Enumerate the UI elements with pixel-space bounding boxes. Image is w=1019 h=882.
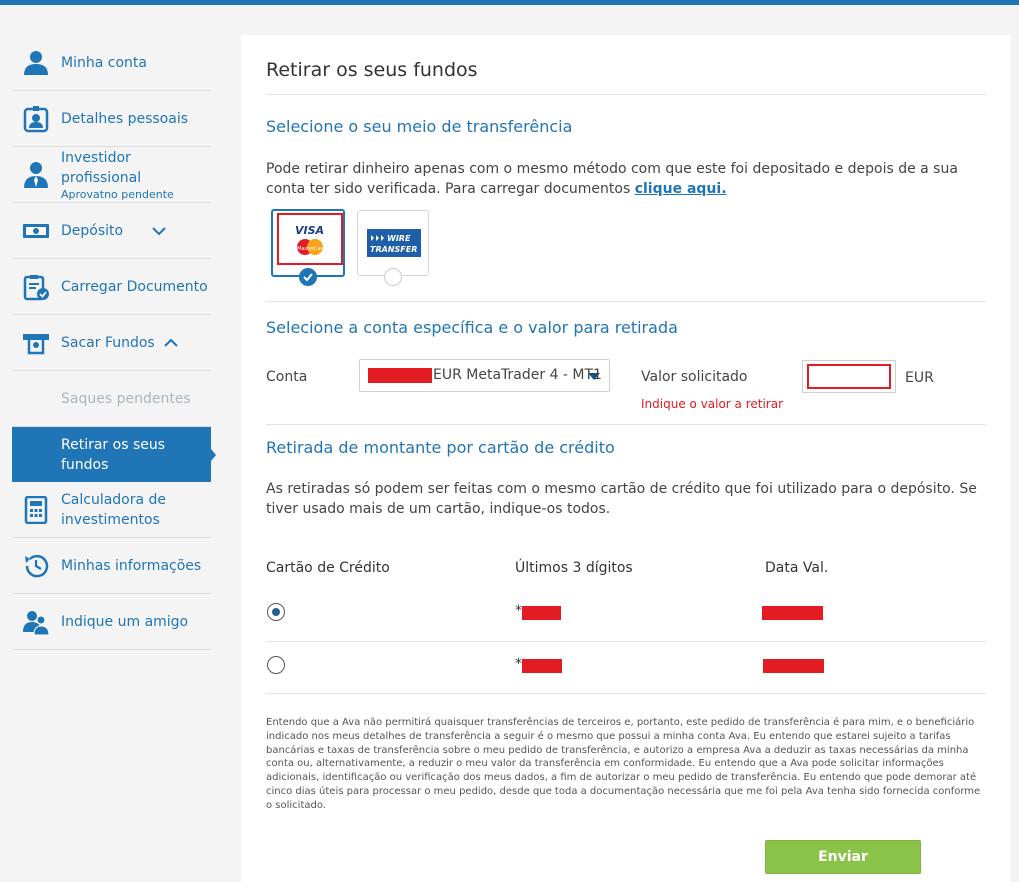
banknote-icon: [23, 223, 49, 238]
upload-documents-link[interactable]: clique aqui.: [635, 181, 727, 197]
amount-field-wrapper: [802, 360, 896, 393]
sidebar-item-minhas-informacoes[interactable]: Minhas informações: [12, 538, 211, 594]
user-icon: [24, 50, 48, 75]
card-section-heading: Retirada de montante por cartão de crédi…: [266, 438, 615, 457]
amount-error-message: Indique o valor a retirar: [641, 397, 784, 411]
sidebar-item-label: Depósito: [61, 222, 124, 239]
chevron-up-icon[interactable]: [164, 338, 178, 348]
users-icon: [23, 610, 50, 635]
dropdown-arrow-icon: [588, 373, 600, 380]
sidebar-subitem-retirar-fundos[interactable]: Retirar os seus fundos: [12, 427, 216, 482]
main-panel: Retirar os seus fundos Selecione o seu m…: [241, 35, 1010, 882]
unselected-check-icon: [384, 268, 402, 286]
history-icon: [25, 554, 49, 577]
active-indicator-arrow: [211, 448, 216, 461]
clipboard-check-icon: [23, 274, 49, 300]
sidebar-item-sublabel: Aprovatno pendente: [61, 187, 174, 201]
page-title: Retirar os seus fundos: [266, 59, 478, 81]
chevron-down-icon[interactable]: [152, 226, 166, 236]
account-section-heading: Selecione a conta específica e o valor p…: [266, 318, 678, 337]
legal-disclaimer: Entendo que a Ava não permitirá quaisque…: [266, 717, 981, 811]
sidebar-item-minha-conta[interactable]: Minha conta: [12, 35, 211, 91]
redacted-expiry: [762, 606, 823, 620]
transfer-section-heading: Selecione o seu meio de transferência: [266, 117, 573, 136]
redacted-digits: [522, 606, 561, 620]
card-description: As retiradas só podem ser feitas com o m…: [266, 481, 977, 517]
sidebar-item-label: Investidor profissional: [61, 149, 142, 186]
column-header-digits: Últimos 3 dígitos: [515, 560, 633, 576]
redacted-account-number: [368, 368, 432, 383]
amount-input[interactable]: [807, 364, 891, 389]
sidebar-item-investidor-profissional[interactable]: Investidor profissional Aprovatno penden…: [12, 147, 211, 203]
digits-prefix: *: [515, 603, 522, 619]
sidebar-subitem-label: Retirar os seus fundos: [61, 436, 166, 473]
divider: [266, 424, 986, 425]
svg-text:WIRE: WIRE: [387, 234, 411, 243]
currency-label: EUR: [905, 370, 934, 386]
svg-text:TRANSFER: TRANSFER: [370, 245, 417, 254]
sidebar-item-label: Carregar Documento: [61, 278, 208, 295]
sidebar: Minha conta Detalhes pessoais Investidor…: [12, 35, 216, 650]
selected-check-icon: [299, 268, 317, 286]
payment-method-visa[interactable]: VISA MasterCard: [271, 209, 345, 286]
sidebar-item-label: Detalhes pessoais: [61, 110, 188, 127]
amount-label: Valor solicitado: [641, 369, 748, 385]
sidebar-subitem-label: Saques pendentes: [61, 390, 191, 407]
account-select-value: EUR MetaTrader 4 - MT1: [433, 367, 602, 383]
visa-mastercard-logo: VISA MasterCard: [277, 213, 343, 265]
column-header-expiry: Data Val.: [765, 560, 829, 576]
divider: [266, 693, 986, 694]
sidebar-subitem-saques-pendentes[interactable]: Saques pendentes: [12, 371, 211, 427]
account-select[interactable]: EUR MetaTrader 4 - MT1: [359, 359, 610, 392]
sidebar-item-carregar-documento[interactable]: Carregar Documento: [12, 259, 211, 315]
svg-text:VISA: VISA: [295, 224, 324, 237]
sidebar-item-deposito[interactable]: Depósito: [12, 203, 211, 259]
divider: [266, 94, 986, 95]
sidebar-item-label: Calculadora de investimentos: [61, 491, 167, 528]
sidebar-item-label: Sacar Fundos: [61, 334, 155, 351]
card-radio[interactable]: [267, 656, 285, 674]
atm-withdraw-icon: [23, 333, 49, 354]
sidebar-item-calculadora[interactable]: Calculadora de investimentos: [12, 482, 211, 538]
redacted-expiry: [763, 659, 824, 673]
top-bar: [0, 0, 1019, 5]
redacted-digits: [522, 659, 562, 673]
transfer-description: Pode retirar dinheiro apenas com o mesmo…: [266, 161, 958, 197]
sidebar-item-label: Indique um amigo: [61, 613, 189, 630]
sidebar-item-detalhes-pessoais[interactable]: Detalhes pessoais: [12, 91, 211, 147]
account-label: Conta: [266, 369, 308, 385]
sidebar-item-indique-amigo[interactable]: Indique um amigo: [12, 594, 211, 650]
id-badge-icon: [23, 105, 49, 132]
calculator-icon: [24, 495, 48, 524]
sidebar-item-label: Minha conta: [61, 54, 147, 71]
card-radio[interactable]: [267, 603, 285, 621]
digits-prefix: *: [515, 656, 522, 672]
divider: [266, 301, 986, 302]
divider: [266, 641, 986, 642]
sidebar-item-sacar-fundos[interactable]: Sacar Fundos: [12, 315, 211, 371]
payment-method-wire-transfer[interactable]: WIRE TRANSFER: [357, 210, 429, 286]
wire-transfer-logo: WIRE TRANSFER: [367, 229, 421, 257]
svg-text:MasterCard: MasterCard: [297, 246, 327, 252]
column-header-card: Cartão de Crédito: [266, 560, 390, 576]
submit-button[interactable]: Enviar: [765, 840, 921, 874]
business-user-icon: [24, 161, 48, 188]
sidebar-item-label: Minhas informações: [61, 557, 202, 574]
